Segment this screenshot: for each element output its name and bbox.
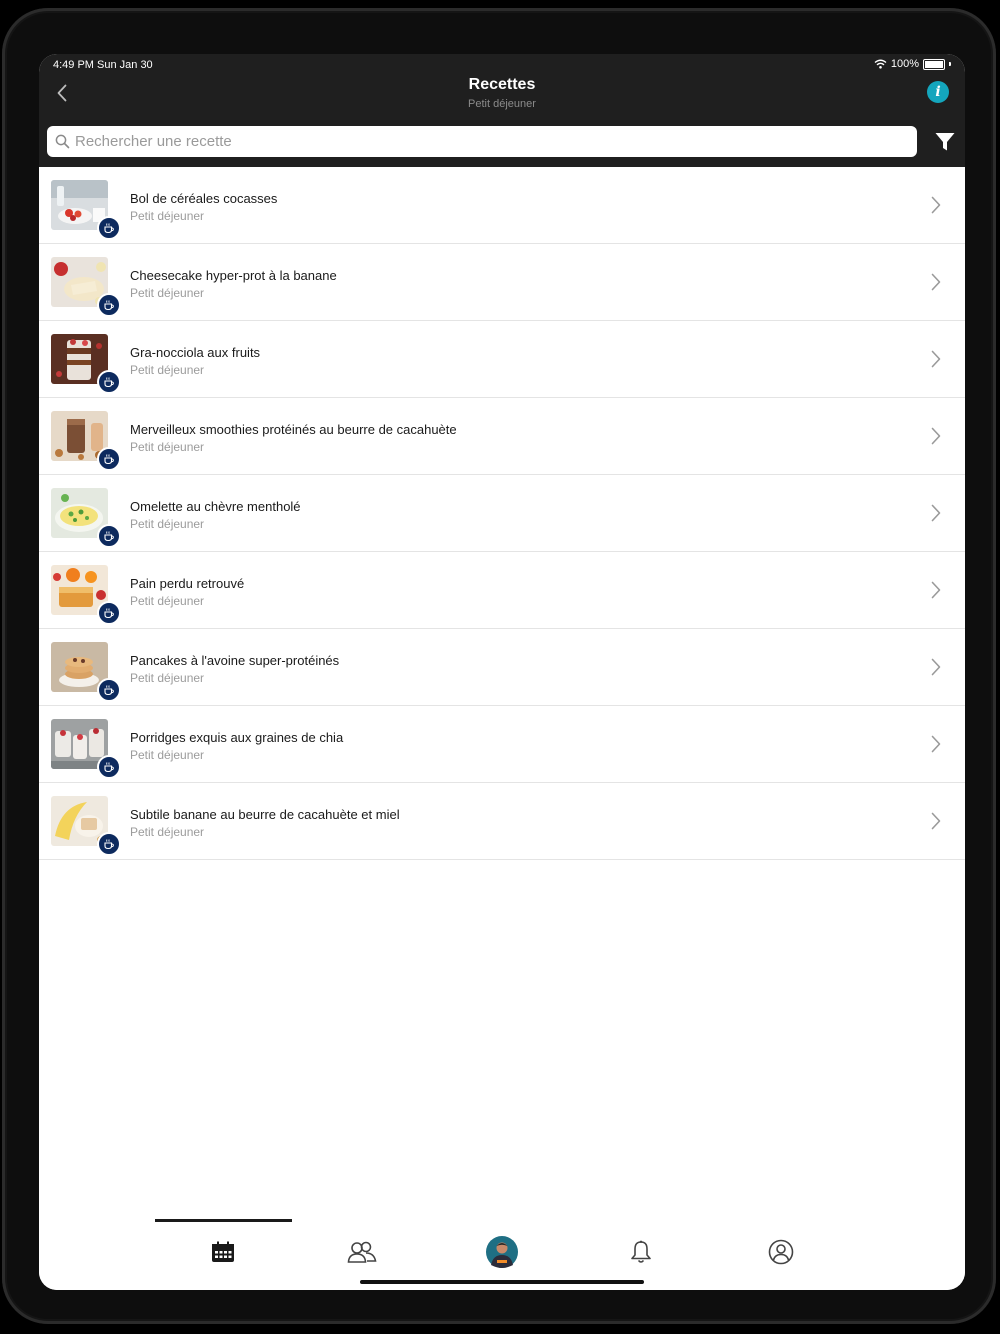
chevron-right-icon: [931, 273, 941, 291]
breakfast-cup-icon: [97, 755, 121, 779]
breakfast-cup-icon: [97, 370, 121, 394]
recipe-row[interactable]: Porridges exquis aux graines de chia Peti…: [39, 706, 965, 783]
recipe-title: Omelette au chèvre mentholé: [130, 499, 301, 514]
battery-tip: [949, 62, 951, 66]
status-indicators: 100%: [874, 58, 951, 70]
breakfast-cup-icon: [97, 447, 121, 471]
info-icon: i: [935, 84, 941, 100]
page-title: Recettes: [468, 76, 536, 93]
breakfast-cup-icon: [97, 678, 121, 702]
recipe-row[interactable]: Pain perdu retrouvé Petit déjeuner: [39, 552, 965, 629]
recipe-title: Subtile banane au beurre de cacahuète et…: [130, 807, 400, 822]
search-bar[interactable]: [47, 126, 917, 157]
calendar-icon: [212, 1241, 234, 1262]
tablet-frame: 4:49 PM Sun Jan 30 100% Recettes Petit d…: [2, 8, 996, 1324]
breakfast-cup-icon: [97, 832, 121, 856]
search-icon: [55, 134, 71, 150]
breakfast-cup-icon: [97, 601, 121, 625]
chevron-right-icon: [931, 735, 941, 753]
recipe-title: Merveilleux smoothies protéinés au beurr…: [130, 422, 457, 437]
chevron-right-icon: [931, 350, 941, 368]
recipe-category: Petit déjeuner: [130, 748, 205, 762]
profile-icon: [768, 1239, 794, 1265]
tab-bar: [39, 1218, 965, 1290]
chevron-right-icon: [931, 581, 941, 599]
recipe-title: Gra-nocciola aux fruits: [130, 345, 261, 360]
tab-profile[interactable]: [761, 1232, 801, 1272]
recipe-row[interactable]: Pancakes à l'avoine super-protéinés Petit…: [39, 629, 965, 706]
home-indicator: [360, 1280, 644, 1284]
coach-avatar-icon: [486, 1236, 518, 1268]
recipe-title: Pain perdu retrouvé: [130, 576, 245, 591]
community-icon: [347, 1241, 377, 1263]
page-subtitle: Petit déjeuner: [468, 98, 536, 110]
tab-notifications[interactable]: [621, 1232, 661, 1272]
recipe-title: Porridges exquis aux graines de chia: [130, 730, 344, 745]
tab-community[interactable]: [342, 1232, 382, 1272]
recipe-category: Petit déjeuner: [130, 286, 205, 300]
recipe-title: Cheesecake hyper-prot à la banane: [130, 268, 337, 283]
breakfast-cup-icon: [97, 524, 121, 548]
tab-coach[interactable]: [482, 1232, 522, 1272]
chevron-right-icon: [931, 196, 941, 214]
recipe-category: Petit déjeuner: [130, 440, 205, 454]
recipe-category: Petit déjeuner: [130, 825, 205, 839]
recipe-category: Petit déjeuner: [130, 671, 205, 685]
recipe-category: Petit déjeuner: [130, 209, 205, 223]
filter-icon: [935, 133, 955, 151]
navigation-header: 4:49 PM Sun Jan 30 100% Recettes Petit d…: [39, 54, 965, 167]
filter-button[interactable]: [933, 130, 957, 154]
recipe-row[interactable]: Omelette au chèvre mentholé Petit déjeune…: [39, 475, 965, 552]
wifi-icon: [874, 59, 887, 69]
active-tab-indicator: [155, 1219, 292, 1222]
recipe-row[interactable]: Bol de céréales cocasses Petit déjeuner: [39, 167, 965, 244]
recipe-row[interactable]: Merveilleux smoothies protéinés au beurr…: [39, 398, 965, 475]
recipe-row[interactable]: Subtile banane au beurre de cacahuète et…: [39, 783, 965, 860]
battery-percent: 100%: [890, 58, 919, 70]
recipe-title: Bol de céréales cocasses: [130, 191, 278, 206]
recipe-title: Pancakes à l'avoine super-protéinés: [130, 653, 340, 668]
recipe-row[interactable]: Cheesecake hyper-prot à la banane Petit d…: [39, 244, 965, 321]
tab-planning[interactable]: [203, 1232, 243, 1272]
chevron-right-icon: [931, 658, 941, 676]
chevron-right-icon: [931, 427, 941, 445]
battery-icon: [923, 58, 945, 70]
chevron-right-icon: [931, 812, 941, 830]
recipe-list: Bol de céréales cocasses Petit déjeuner Ch…: [39, 167, 965, 860]
bell-icon: [631, 1240, 651, 1263]
breakfast-cup-icon: [97, 293, 121, 317]
recipe-row[interactable]: Gra-nocciola aux fruits Petit déjeuner: [39, 321, 965, 398]
info-button[interactable]: i: [927, 81, 949, 103]
recipe-category: Petit déjeuner: [130, 517, 205, 531]
recipe-category: Petit déjeuner: [130, 363, 205, 377]
recipe-category: Petit déjeuner: [130, 594, 205, 608]
status-time: 4:49 PM Sun Jan 30: [53, 59, 153, 71]
chevron-right-icon: [931, 504, 941, 522]
breakfast-cup-icon: [97, 216, 121, 240]
search-input[interactable]: [75, 133, 895, 150]
app-screen: 4:49 PM Sun Jan 30 100% Recettes Petit d…: [39, 54, 965, 1290]
